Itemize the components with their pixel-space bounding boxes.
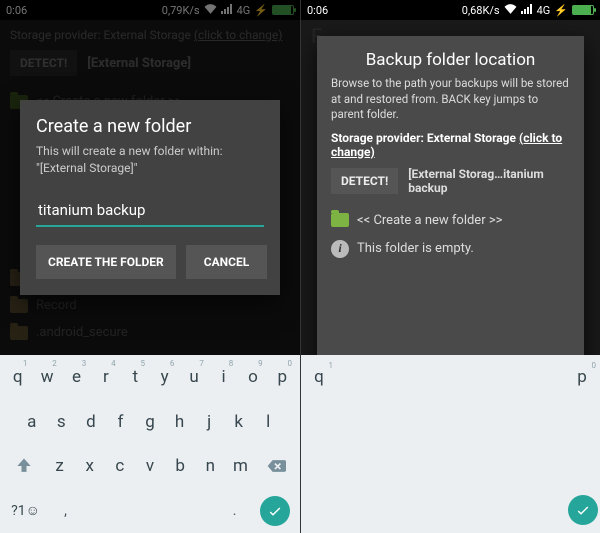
dialog-description: Browse to the path your backups will be … [331, 76, 570, 123]
phone-left: 0:06 0,79K/s 4G ⚡ Storage provider: Exte… [0, 0, 300, 533]
key-q[interactable]: q1 [4, 357, 31, 398]
backspace-key[interactable] [257, 446, 296, 487]
symbols-key[interactable]: ?1☺ [4, 491, 47, 532]
dialog-title: Create a new folder [36, 116, 264, 137]
key-z[interactable]: z [45, 446, 73, 487]
key-y[interactable]: y6 [151, 357, 178, 398]
key-k[interactable]: k [225, 402, 253, 443]
key-t[interactable]: t5 [122, 357, 149, 398]
key-j[interactable]: j [195, 402, 223, 443]
key-b[interactable]: b [166, 446, 194, 487]
create-folder-button[interactable]: CREATE THE FOLDER [36, 245, 176, 279]
key-m[interactable]: m [226, 446, 254, 487]
period-key[interactable]: . [218, 491, 251, 532]
detect-button[interactable]: DETECT! [331, 168, 398, 194]
bolt-icon: ⚡ [554, 4, 568, 17]
key-o[interactable]: o9 [239, 357, 266, 398]
dialog-subtitle-2: "[External Storage]" [36, 161, 137, 175]
storage-provider-label: Storage provider: External Storage [331, 131, 519, 145]
key-p[interactable]: p0 [568, 367, 596, 387]
dialog-subtitle-1: This will create a new folder within: [36, 144, 223, 158]
wifi-icon [504, 4, 517, 17]
key-n[interactable]: n [196, 446, 224, 487]
key-x[interactable]: x [76, 446, 104, 487]
key-a[interactable]: a [18, 402, 46, 443]
create-folder-dialog: Create a new folder This will create a n… [20, 100, 280, 295]
enter-key[interactable] [568, 495, 596, 525]
key-f[interactable]: f [107, 402, 135, 443]
new-folder-row[interactable]: << Create a new folder >> [331, 207, 570, 234]
key-v[interactable]: v [136, 446, 164, 487]
empty-folder-row: i This folder is empty. [331, 234, 570, 264]
new-folder-label: << Create a new folder >> [357, 213, 502, 228]
signal-icon [521, 4, 533, 17]
enter-key[interactable] [253, 491, 296, 532]
key-e[interactable]: e3 [63, 357, 90, 398]
current-path-label: [External Storag…itanium backup [408, 167, 570, 195]
key-g[interactable]: g [136, 402, 164, 443]
folder-name-input[interactable] [36, 195, 264, 227]
info-icon: i [331, 240, 349, 258]
key-c[interactable]: c [106, 446, 134, 487]
key-l[interactable]: l [254, 402, 282, 443]
key-d[interactable]: d [77, 402, 105, 443]
key-r[interactable]: r4 [92, 357, 119, 398]
comma-key[interactable]: , [49, 491, 82, 532]
key-i[interactable]: i8 [210, 357, 237, 398]
folder-icon [331, 213, 349, 227]
key-s[interactable]: s [48, 402, 76, 443]
key-p[interactable]: p0 [269, 357, 296, 398]
key-q[interactable]: q1 [305, 367, 333, 387]
soft-keyboard[interactable]: q1w2e3r4t5y6u7i8o9p0 asdfghjkl zxcvbnm ?… [0, 355, 300, 533]
status-time: 0:06 [307, 4, 328, 17]
soft-keyboard-partial[interactable]: q1 p0 [301, 355, 600, 533]
status-net: 4G [537, 4, 551, 17]
battery-icon [572, 5, 594, 15]
phone-right: 0:06 0,68K/s 4G ⚡ F Backup folder locati… [300, 0, 600, 533]
key-u[interactable]: u7 [180, 357, 207, 398]
dialog-title: Backup folder location [331, 50, 570, 70]
status-bar: 0:06 0,68K/s 4G ⚡ [301, 0, 600, 20]
space-key[interactable] [84, 491, 216, 532]
key-h[interactable]: h [166, 402, 194, 443]
status-speed: 0,68K/s [462, 4, 500, 17]
empty-folder-label: This folder is empty. [357, 241, 474, 256]
cancel-button[interactable]: CANCEL [186, 245, 267, 279]
key-w[interactable]: w2 [33, 357, 60, 398]
shift-key[interactable] [4, 446, 43, 487]
